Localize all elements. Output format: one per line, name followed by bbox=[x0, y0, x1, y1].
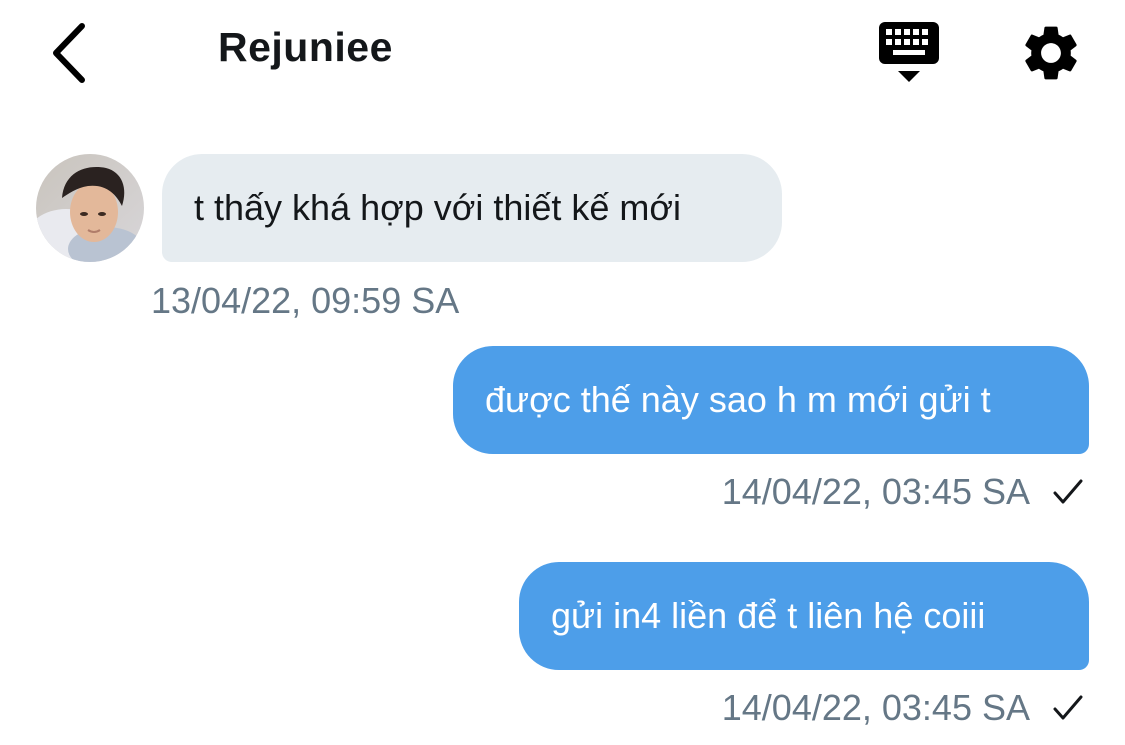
settings-button[interactable] bbox=[1018, 20, 1088, 86]
received-message-bubble[interactable]: t thấy khá hợp với thiết kế mới bbox=[162, 154, 782, 262]
sent-message-bubble[interactable]: được thế này sao h m mới gửi t bbox=[453, 346, 1089, 454]
message-timestamp: 13/04/22, 09:59 SA bbox=[151, 280, 460, 321]
conversation-title: Rejuniee bbox=[218, 24, 393, 70]
message-timestamp: 14/04/22, 03:45 SA bbox=[721, 687, 1030, 728]
conversation-header: Rejuniee bbox=[0, 0, 1125, 110]
message-timestamp: 14/04/22, 03:45 SA bbox=[721, 471, 1030, 512]
keyboard-hide-icon bbox=[879, 22, 939, 82]
checkmark-icon bbox=[1053, 479, 1083, 504]
keyboard-toggle-button[interactable] bbox=[874, 18, 944, 88]
chevron-left-icon bbox=[53, 23, 85, 83]
gear-icon bbox=[1025, 26, 1077, 80]
sent-message-bubble[interactable]: gửi in4 liền để t liên hệ coiii bbox=[519, 562, 1089, 670]
message-text: t thấy khá hợp với thiết kế mới bbox=[194, 187, 682, 228]
user-avatar-image bbox=[36, 154, 144, 262]
back-button[interactable] bbox=[40, 18, 96, 88]
avatar[interactable] bbox=[36, 154, 144, 262]
message-text: gửi in4 liền để t liên hệ coiii bbox=[551, 595, 986, 636]
checkmark-icon bbox=[1053, 695, 1083, 720]
message-text: được thế này sao h m mới gửi t bbox=[485, 379, 991, 420]
